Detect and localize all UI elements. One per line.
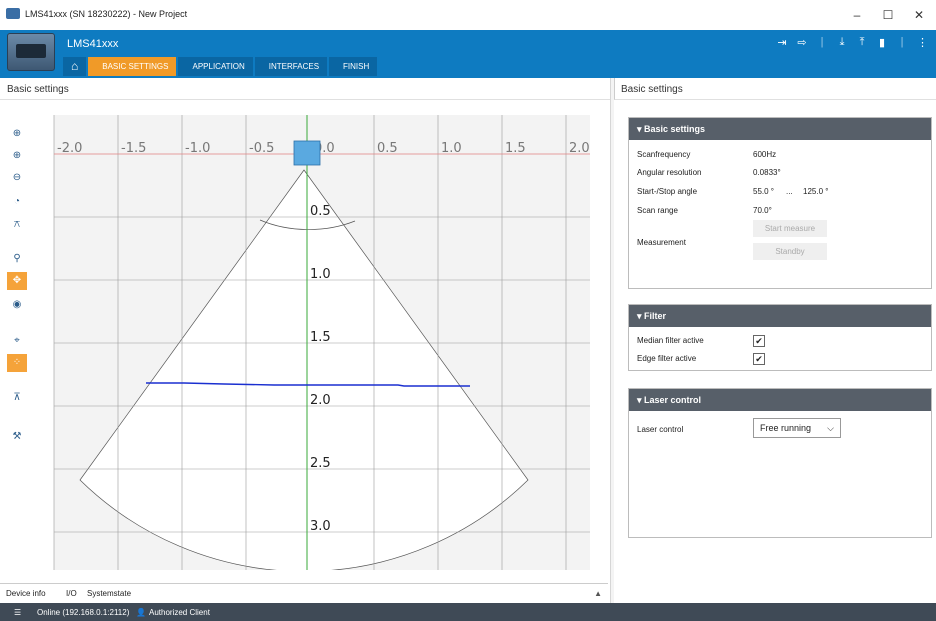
y-tick-label: 2.5: [310, 456, 331, 471]
angular-label: Angular resolution: [637, 168, 702, 177]
user-icon: 👤: [136, 608, 146, 617]
maximize-button[interactable]: ☐: [874, 5, 902, 25]
y-tick-label: 1.0: [310, 267, 331, 282]
status-bar: ☰ Online (192.168.0.1:2112) 👤 Authorized…: [0, 603, 936, 621]
y-tick-label: 1.5: [310, 330, 331, 345]
chevron-down-icon: ⌵: [827, 423, 834, 433]
app-icon: [6, 8, 20, 19]
online-icon: ☰: [14, 608, 22, 617]
edge-filter-label: Edge filter active: [637, 354, 697, 363]
y-tick-label: 3.0: [310, 519, 331, 534]
close-button[interactable]: ✕: [905, 5, 933, 25]
tab-systemstate[interactable]: Systemstate: [87, 589, 131, 598]
breadcrumb: ⌂ BASIC SETTINGS APPLICATION INTERFACES …: [63, 57, 379, 76]
align-icon[interactable]: ⊼: [7, 389, 27, 407]
laser-control-label: Laser control: [637, 425, 684, 434]
angle-separator: ...: [786, 187, 793, 196]
more-icon[interactable]: ⋮: [917, 36, 928, 49]
edge-filter-checkbox[interactable]: ✔: [753, 353, 765, 365]
laser-control-value: Free running: [760, 423, 812, 433]
tab-device-info[interactable]: Device info: [6, 589, 46, 598]
standby-button[interactable]: Standby: [753, 243, 827, 260]
splitter[interactable]: [610, 78, 614, 603]
filter-head[interactable]: ▾ Filter: [629, 305, 931, 327]
app-header: LMS41xxx ⇥ ⇨ | ⤓ ⤒ ▮ | ⋮ ⌂ BASIC SETTING…: [0, 30, 936, 78]
device-marker[interactable]: [293, 140, 321, 166]
range-label: Scan range: [637, 206, 678, 215]
median-filter-checkbox[interactable]: ✔: [753, 335, 765, 347]
tab-io[interactable]: I/O: [66, 589, 77, 598]
login-icon[interactable]: ⇥: [777, 36, 787, 49]
start-angle: 55.0 °: [753, 187, 774, 196]
y-tick-label: 2.0: [310, 393, 331, 408]
zoom-in-2-icon[interactable]: ⊕: [7, 147, 27, 165]
separator: |: [900, 36, 904, 48]
header-actions: ⇥ ⇨ | ⤓ ⤒ ▮ | ⋮: [777, 36, 928, 49]
stop-angle: 125.0 °: [803, 187, 829, 196]
scan-plot[interactable]: -2.0 -1.5 -1.0 -0.5 0.0 0.5 1.0 1.5 2.0 0.51.01.…: [34, 115, 610, 570]
expand-icon[interactable]: ▲: [594, 589, 602, 598]
window-title: LMS41xxx (SN 18230222) - New Project: [25, 9, 188, 19]
left-title: Basic settings: [7, 84, 69, 95]
wrench-icon[interactable]: ⚒: [7, 428, 27, 446]
filter-panel: ▾ Filter Median filter active ✔ Edge fil…: [628, 304, 932, 371]
point-icon[interactable]: ◉: [7, 296, 27, 314]
laser-panel: ▾ Laser control Laser control Free runni…: [628, 388, 932, 538]
window-titlebar: LMS41xxx (SN 18230222) - New Project – ☐…: [0, 0, 936, 30]
home-icon[interactable]: ⌂: [63, 57, 87, 76]
device-image: [7, 33, 55, 71]
scanfrequency-label: Scanfrequency: [637, 150, 691, 159]
start-measure-button[interactable]: Start measure: [753, 220, 827, 237]
grid-icon[interactable]: ⁘: [7, 354, 27, 372]
crumb-application[interactable]: APPLICATION: [178, 57, 253, 76]
crumb-interfaces[interactable]: INTERFACES: [254, 57, 328, 76]
online-status: Online (192.168.0.1:2112): [37, 608, 130, 617]
laser-control-select[interactable]: Free running ⌵: [753, 418, 841, 438]
crumb-basic-settings[interactable]: BASIC SETTINGS: [88, 57, 177, 76]
bottom-tabs: Device info I/O Systemstate ▲: [0, 583, 608, 603]
client-status: Authorized Client: [149, 608, 210, 617]
measure-icon[interactable]: ⌖: [7, 332, 27, 350]
logout-icon[interactable]: ⇨: [797, 36, 807, 49]
range-value: 70.0°: [753, 206, 772, 215]
angular-value: 0.0833°: [753, 168, 781, 177]
basic-settings-panel: ▾ Basic settings Scanfrequency 600Hz Ang…: [628, 117, 932, 289]
pan-icon[interactable]: ✥: [7, 272, 27, 290]
basic-settings-head[interactable]: ▾ Basic settings: [629, 118, 931, 140]
download-icon[interactable]: ⤓: [837, 36, 847, 49]
device-name: LMS41xxx: [67, 38, 119, 50]
right-title-bar: Basic settings: [614, 78, 936, 100]
zoom-in-icon[interactable]: ⊕: [7, 125, 27, 143]
crumb-finish[interactable]: FINISH: [329, 57, 378, 76]
scanfrequency-value: 600Hz: [753, 150, 777, 159]
plot-toolbar: ⊕ ⊕ ⊖ ◔ ⚻ ⚲ ✥ ◉ ⌖ ⁘ ⊼ ⚒: [0, 100, 34, 580]
scan-2-icon[interactable]: ⚻: [7, 216, 27, 234]
upload-icon[interactable]: ⤒: [857, 36, 867, 49]
zoom-out-icon[interactable]: ⊖: [7, 169, 27, 187]
separator: |: [820, 36, 824, 48]
median-filter-label: Median filter active: [637, 336, 704, 345]
laser-head[interactable]: ▾ Laser control: [629, 389, 931, 411]
right-title: Basic settings: [621, 84, 683, 95]
startstop-label: Start-/Stop angle: [637, 187, 698, 196]
minimize-button[interactable]: –: [843, 5, 871, 25]
search-icon[interactable]: ⚲: [7, 250, 27, 268]
device-icon[interactable]: ▮: [877, 36, 887, 49]
left-title-bar: Basic settings: [0, 78, 610, 100]
scan-icon[interactable]: ◔: [7, 193, 27, 211]
measurement-label: Measurement: [637, 238, 686, 247]
y-tick-label: 0.5: [310, 204, 331, 219]
